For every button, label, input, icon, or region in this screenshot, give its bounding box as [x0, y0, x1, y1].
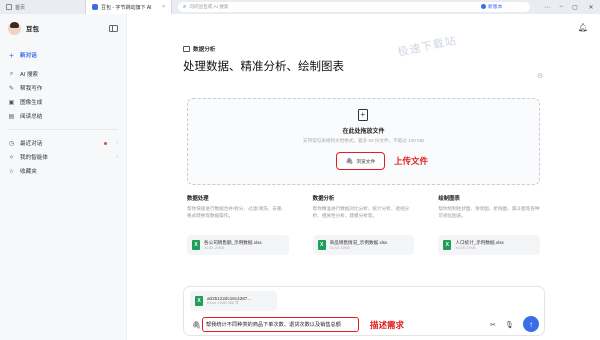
feature-desc: 帮你精准进行数据对比分析、统计分析、透视分析、相关性分析、建模分析等。: [312, 206, 410, 218]
file-dropzone[interactable]: 在此处拖放文件 支持常见表格和文档格式，最多 50 份文件，不超过 100 MB…: [187, 98, 540, 185]
maximize-icon[interactable]: ▢: [568, 0, 582, 14]
excel-icon: X: [317, 240, 326, 250]
attached-file-card[interactable]: X a025122dc18c4287... Excel 19KB 366 字: [190, 291, 277, 311]
close-window-icon[interactable]: ✕: [584, 0, 598, 14]
excel-icon: X: [192, 240, 200, 250]
chevron-right-icon: ›: [116, 154, 118, 160]
file-upload-icon: [358, 109, 368, 121]
upload-annotation: 上传文件: [394, 156, 429, 166]
agent-icon: ✧: [8, 154, 15, 161]
search-icon: ⌕: [183, 3, 187, 10]
address-bar[interactable]: ⌕ 问问豆包或 AI 搜索: [178, 2, 530, 12]
paperclip-icon: 🖇︎: [345, 158, 354, 165]
sidebar: 豆包 + 新对话 ⌕ AI 搜索 ✎ 帮我写作 ▣ 图像生成 ▤ 阅读总结 ◷ …: [0, 14, 127, 340]
book-icon: ▤: [8, 113, 15, 120]
sample-file-card[interactable]: X 人口统计_示例数据.xlsx XLSX 17KB: [438, 235, 541, 255]
attach-icon[interactable]: 🖇︎: [192, 321, 201, 329]
browse-files-button[interactable]: 🖇︎ 浏览文件: [336, 152, 385, 170]
watermark: 极速下载站: [396, 34, 458, 60]
sidebar-item-label: AI 搜索: [20, 72, 39, 78]
feature-card: 数据处理 帮你快速进行数据合并/拆分、过滤/清洗、去重、格式转换等数据操作。: [187, 194, 289, 219]
tab-home-label: 首页: [15, 4, 26, 11]
sidebar-item-label: 收藏夹: [20, 169, 37, 175]
tab-doubao-label: 豆包 - 字节跳动旗下 AI: [101, 4, 152, 11]
sidebar-item-label: 阅读总结: [20, 114, 43, 120]
chat-composer: X a025122dc18c4287... Excel 19KB 366 字 🖇…: [183, 286, 545, 336]
feature-title: 绘制图表: [438, 196, 460, 202]
sidebar-item-label: 帮我写作: [20, 86, 43, 92]
page-title: 处理数据、精准分析、绘制图表: [183, 61, 344, 73]
feature-title: 数据分析: [312, 196, 335, 202]
sidebar-item-writing[interactable]: ✎ 帮我写作: [0, 81, 126, 95]
sidebar-item-label: 我的智能体: [20, 155, 48, 161]
update-icon: [481, 4, 486, 9]
tab-home[interactable]: 首页: [0, 0, 86, 14]
feature-badge: 数据分析: [183, 45, 215, 53]
bookmark-icon: ☆: [8, 168, 15, 175]
tab-doubao[interactable]: 豆包 - 字节跳动旗下 AI ×: [86, 0, 172, 14]
main-panel: 🔔︎ 极速下载站 数据分析 处理数据、精准分析、绘制图表 ⚙ 在此处拖放文件 支…: [127, 14, 600, 340]
sidebar-item-recent[interactable]: ◷ 最近对话 ›: [0, 136, 126, 150]
send-button[interactable]: ↑: [523, 316, 539, 332]
excel-icon: X: [195, 296, 203, 306]
notification-dot: [104, 141, 108, 145]
dropzone-title: 在此处拖放文件: [342, 129, 385, 135]
app-name: 豆包: [26, 26, 39, 33]
divider: [8, 129, 118, 130]
sidebar-item-favorites[interactable]: ☆ 收藏夹: [0, 164, 126, 178]
microphone-icon[interactable]: 🎙︎: [505, 321, 514, 329]
home-icon: [6, 4, 12, 10]
sample-file-card[interactable]: X 商品销售情况_示例数据.xlsx XLSX 19KB: [312, 235, 415, 255]
sample-files: X 各公司销售额_示例数据.xlsx XLSX 21KB X 商品销售情况_示例…: [187, 235, 541, 255]
sidebar-item-label: 最近对话: [20, 141, 43, 147]
new-chat-button[interactable]: + 新对话: [0, 46, 126, 64]
dropzone-subtitle: 支持常见表格和文档格式，最多 50 份文件，不超过 100 MB: [302, 138, 425, 143]
sample-file-card[interactable]: X 各公司销售额_示例数据.xlsx XLSX 21KB: [187, 235, 289, 255]
chevron-right-icon: ›: [116, 140, 118, 146]
feature-desc: 帮你绘制柱状图、饼状图、折线图、漏斗图等各种可视化图表。: [438, 206, 540, 218]
address-placeholder: 问问豆包或 AI 搜索: [189, 4, 229, 9]
feature-card: 数据分析 帮你精准进行数据对比分析、统计分析、透视分析、相关性分析、建模分析等。: [313, 194, 415, 219]
feature-columns: 数据处理 帮你快速进行数据合并/拆分、过滤/清洗、去重、格式转换等数据操作。 数…: [187, 194, 540, 219]
menu-icon[interactable]: ⋯: [540, 0, 554, 14]
settings-icon[interactable]: ⚙: [537, 72, 543, 80]
describe-annotation: 描述需求: [370, 320, 405, 330]
feature-card: 绘制图表 帮你绘制柱状图、饼状图、折线图、漏斗图等各种可视化图表。: [438, 194, 540, 219]
file-size: XLSX 19KB: [329, 246, 350, 250]
sidebar-header: 豆包: [0, 14, 126, 42]
collapse-sidebar-icon[interactable]: [109, 24, 118, 32]
sidebar-item-agents[interactable]: ✧ 我的智能体 ›: [0, 150, 126, 164]
image-icon: ▣: [8, 99, 15, 106]
new-version-button[interactable]: 新版本: [481, 3, 502, 10]
avatar[interactable]: [8, 21, 21, 35]
sidebar-item-label: 图像生成: [20, 100, 43, 106]
browse-files-label: 浏览文件: [356, 159, 376, 165]
feature-badge-label: 数据分析: [193, 47, 216, 53]
file-size: Excel 19KB 366 字: [207, 301, 239, 305]
plus-icon: +: [9, 50, 14, 60]
chart-icon: [183, 46, 190, 52]
tab-close-icon[interactable]: ×: [162, 4, 165, 10]
new-chat-label: 新对话: [20, 53, 37, 59]
search-icon: ⌕: [9, 70, 14, 77]
new-version-label: 新版本: [488, 5, 503, 10]
sidebar-item-ai-search[interactable]: ⌕ AI 搜索: [0, 67, 126, 81]
app-window: 首页 豆包 - 字节跳动旗下 AI × ⌕ 问问豆包或 AI 搜索 新版本 ⋯ …: [0, 0, 600, 340]
doubao-logo-icon: [92, 4, 98, 10]
sidebar-item-image[interactable]: ▣ 图像生成: [0, 95, 126, 109]
pen-icon: ✎: [8, 85, 15, 92]
minimize-icon[interactable]: −: [554, 0, 568, 14]
scissors-icon[interactable]: ✂: [490, 321, 496, 329]
file-size: XLSX 17KB: [455, 246, 476, 250]
file-size: XLSX 21KB: [204, 246, 225, 250]
excel-icon: X: [443, 240, 452, 250]
bell-icon[interactable]: 🔔︎: [578, 23, 588, 32]
feature-desc: 帮你快速进行数据合并/拆分、过滤/清洗、去重、格式转换等数据操作。: [187, 206, 287, 218]
clock-icon: ◷: [8, 140, 15, 147]
sidebar-item-reading[interactable]: ▤ 阅读总结: [0, 109, 126, 123]
prompt-input[interactable]: 帮我统计不同种类的商品下单次数、退货次数以及销售总额: [202, 317, 359, 332]
feature-title: 数据处理: [187, 196, 209, 202]
